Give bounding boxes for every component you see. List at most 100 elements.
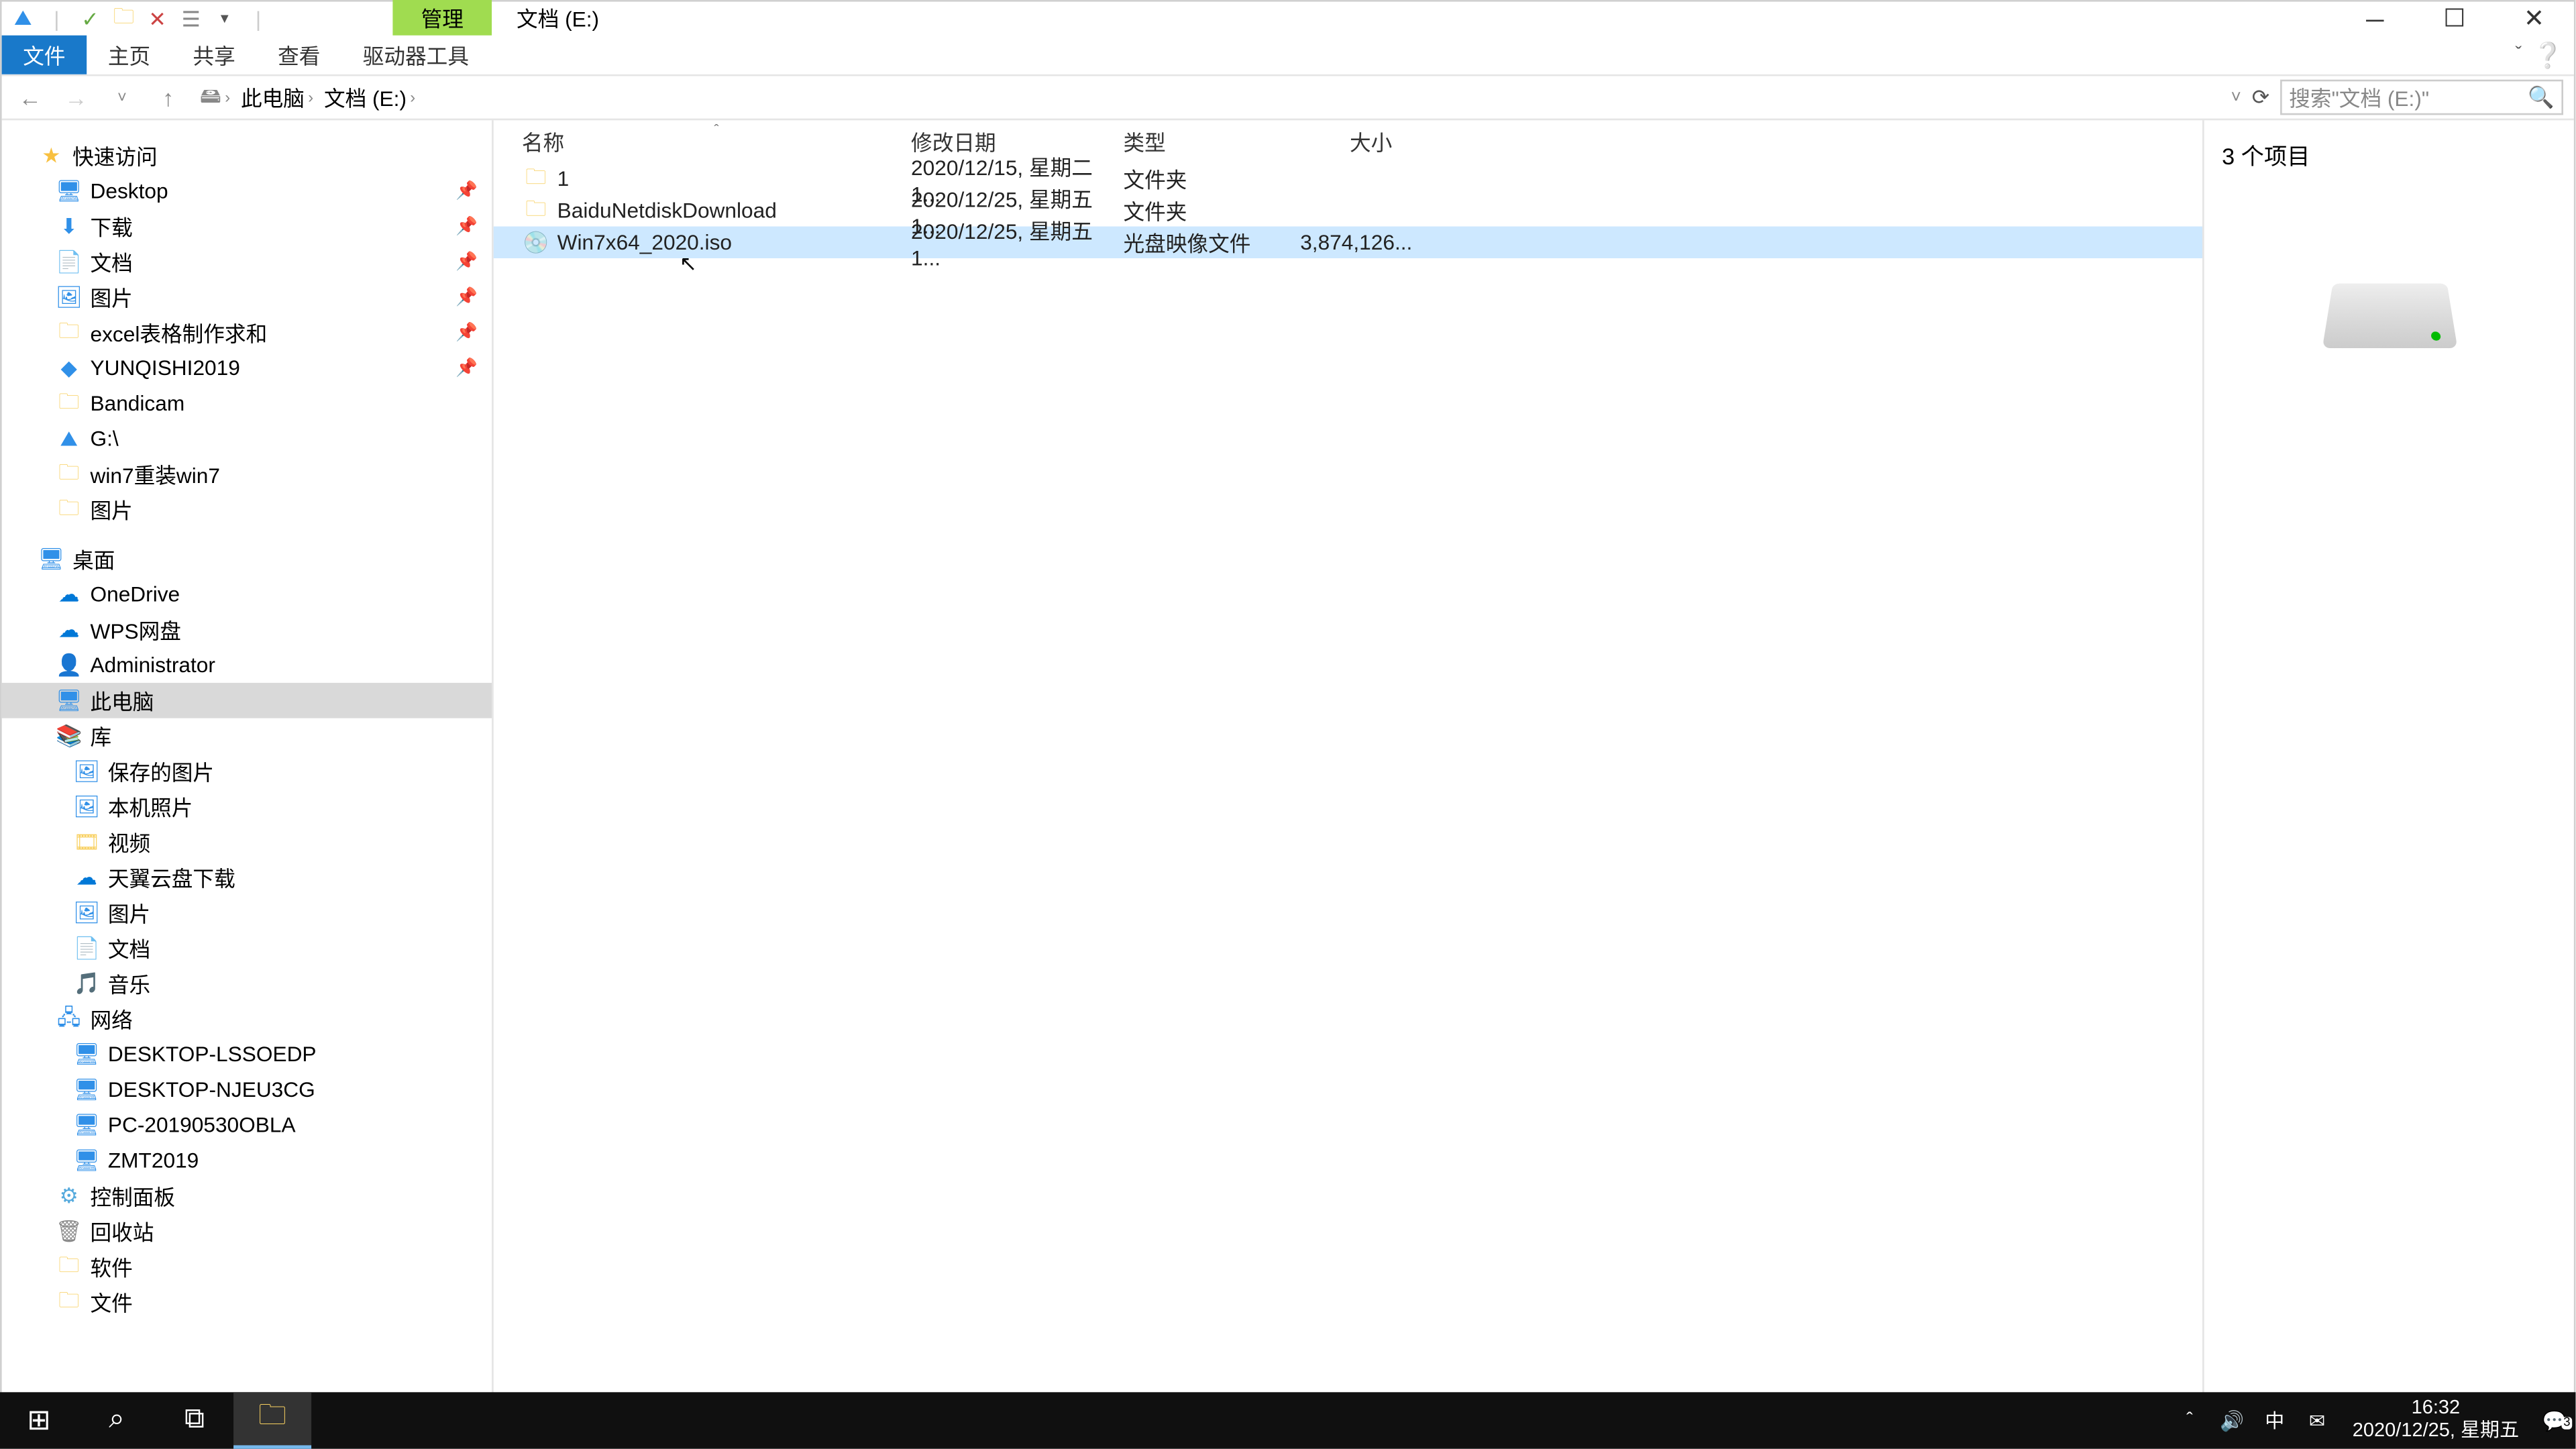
nav-control-panel[interactable]: ⚙控制面板 — [2, 1178, 492, 1214]
search-icon[interactable]: 🔍 — [2528, 85, 2554, 110]
nav-software[interactable]: 🗀软件 — [2, 1249, 492, 1285]
nav-pictures[interactable]: 🖼图片📌 — [2, 280, 492, 315]
picture-icon: 🖼 — [72, 899, 101, 927]
folder-icon: 🗀 — [55, 460, 83, 488]
nav-pictures-3[interactable]: 🖼图片 — [2, 895, 492, 930]
picture-icon: 🖼 — [72, 757, 101, 786]
control-panel-icon: ⚙ — [55, 1182, 83, 1210]
tray-mail-icon[interactable]: ✉ — [2296, 1409, 2338, 1432]
qat-properties-icon[interactable]: ✓ — [76, 5, 104, 33]
qat-dropdown-icon[interactable]: ▾ — [211, 5, 239, 33]
nav-pc1[interactable]: 🖥DESKTOP-LSSOEDP — [2, 1036, 492, 1072]
nav-label: YUNQISHI2019 — [90, 356, 239, 380]
file-list[interactable]: ˆ名称 修改日期 类型 大小 🗀12020/12/15, 星期二 1...文件夹… — [494, 120, 2202, 1411]
nav-pc4[interactable]: 🖥ZMT2019 — [2, 1143, 492, 1179]
minimize-button[interactable]: ─ — [2335, 2, 2415, 36]
col-name[interactable]: ˆ名称 — [522, 127, 911, 157]
tray-ime-icon[interactable]: 中 — [2253, 1406, 2296, 1434]
recent-dropdown[interactable]: ˅ — [105, 80, 140, 115]
nav-documents-2[interactable]: 📄文档 — [2, 930, 492, 966]
nav-pictures-2[interactable]: 🗀图片 — [2, 492, 492, 527]
qat-newfolder-icon[interactable]: 🗀 — [109, 5, 138, 33]
app-icon: ⛰ — [9, 5, 37, 33]
nav-label: 库 — [90, 721, 111, 751]
taskbar-clock[interactable]: 16:32 2020/12/25, 星期五 — [2339, 1397, 2534, 1444]
breadcrumb-current[interactable]: 文档 (E:) › — [321, 80, 419, 114]
pin-icon: 📌 — [455, 252, 478, 272]
tab-view[interactable]: 查看 — [256, 36, 341, 74]
folder-icon: 🗀 — [55, 495, 83, 523]
breadcrumb-thispc[interactable]: 此电脑 › — [237, 80, 317, 114]
search-input[interactable]: 搜索"文档 (E:)" 🔍 — [2280, 80, 2563, 115]
forward-button[interactable]: → — [58, 80, 94, 115]
address-bar: ← → ˅ ↑ 🖴 › 此电脑 › 文档 (E:) › ˅ ⟳ 搜索"文档 (E… — [2, 74, 2574, 121]
file-row[interactable]: 🗀12020/12/15, 星期二 1...文件夹 — [494, 163, 2202, 195]
nav-documents[interactable]: 📄文档📌 — [2, 244, 492, 280]
nav-label: Desktop — [90, 178, 168, 203]
nav-pc2[interactable]: 🖥DESKTOP-NJEU3CG — [2, 1072, 492, 1108]
nav-label: 天翼云盘下载 — [108, 863, 235, 893]
nav-downloads[interactable]: ⬇下载📌 — [2, 209, 492, 244]
task-view-button[interactable]: ⧉ — [156, 1392, 233, 1448]
file-type: 文件夹 — [1123, 164, 1300, 194]
col-type[interactable]: 类型 — [1123, 127, 1300, 157]
nav-music[interactable]: 🎵音乐 — [2, 966, 492, 1002]
nav-administrator[interactable]: 👤Administrator — [2, 647, 492, 683]
qat-undo-icon[interactable]: ☰ — [177, 5, 205, 33]
nav-wps[interactable]: ☁WPS网盘 — [2, 612, 492, 647]
column-headers: ˆ名称 修改日期 类型 大小 — [494, 120, 2202, 162]
address-dropdown-icon[interactable]: ˅ — [2231, 88, 2241, 107]
nav-network[interactable]: 🖧网络 — [2, 1002, 492, 1037]
nav-tianyi[interactable]: ☁天翼云盘下载 — [2, 860, 492, 896]
breadcrumb-drive-icon[interactable]: 🖴 › — [197, 77, 234, 118]
nav-local-photos[interactable]: 🖼本机照片 — [2, 789, 492, 824]
nav-videos[interactable]: 🎞视频 — [2, 824, 492, 860]
nav-yunqishi[interactable]: ◆YUNQISHI2019📌 — [2, 350, 492, 386]
nav-saved-pics[interactable]: 🖼保存的图片 — [2, 753, 492, 789]
onedrive-icon: ☁ — [55, 580, 83, 608]
tab-home[interactable]: 主页 — [87, 36, 172, 74]
tray-volume-icon[interactable]: 🔊 — [2211, 1409, 2253, 1432]
nav-label: 图片 — [90, 282, 132, 313]
nav-onedrive[interactable]: ☁OneDrive — [2, 577, 492, 612]
file-row[interactable]: 💿Win7x64_2020.iso2020/12/25, 星期五 1...光盘映… — [494, 227, 2202, 258]
nav-desktop-root[interactable]: 🖥桌面 — [2, 541, 492, 577]
nav-label: 图片 — [108, 898, 150, 928]
refresh-icon[interactable]: ⟳ — [2252, 85, 2270, 110]
qat-delete-icon[interactable]: ✕ — [144, 5, 172, 33]
file-row[interactable]: 🗀BaiduNetdiskDownload2020/12/25, 星期五 1..… — [494, 195, 2202, 226]
nav-pc3[interactable]: 🖥PC-20190530OBLA — [2, 1108, 492, 1143]
nav-library[interactable]: 📚库 — [2, 718, 492, 754]
nav-files[interactable]: 🗀文件 — [2, 1284, 492, 1320]
tab-share[interactable]: 共享 — [172, 36, 257, 74]
nav-bandicam[interactable]: 🗀Bandicam — [2, 386, 492, 421]
tray-overflow-icon[interactable]: ˆ — [2169, 1410, 2211, 1432]
back-button[interactable]: ← — [12, 80, 48, 115]
help-icon[interactable]: ❔ — [2532, 40, 2563, 70]
maximize-button[interactable]: ☐ — [2415, 2, 2495, 36]
nav-gdrive[interactable]: ⛰G:\ — [2, 421, 492, 457]
tab-file[interactable]: 文件 — [2, 36, 87, 74]
taskbar-explorer[interactable]: 🗀 — [233, 1392, 311, 1448]
nav-win7[interactable]: 🗀win7重装win7 — [2, 456, 492, 492]
start-button[interactable]: ⊞ — [0, 1392, 78, 1448]
tab-drive-tools[interactable]: 驱动器工具 — [341, 36, 490, 74]
nav-label: DESKTOP-LSSOEDP — [108, 1042, 317, 1067]
search-button[interactable]: ⌕ — [78, 1392, 156, 1448]
nav-thispc[interactable]: 🖥此电脑 — [2, 683, 492, 718]
download-icon: ⬇ — [55, 212, 83, 240]
nav-excel-folder[interactable]: 🗀excel表格制作求和📌 — [2, 315, 492, 350]
col-size[interactable]: 大小 — [1300, 127, 1406, 157]
ribbon-expand-icon[interactable]: ˇ — [2516, 44, 2522, 66]
nav-desktop[interactable]: 🖥Desktop📌 — [2, 173, 492, 209]
nav-label: excel表格制作求和 — [90, 317, 267, 347]
context-tab-label: 管理 — [392, 0, 492, 37]
action-center-icon[interactable]: 💬3 — [2533, 1409, 2575, 1432]
preview-item-count: 3 个项目 — [2222, 138, 2556, 172]
cloud-icon: ☁ — [72, 863, 101, 892]
nav-quick-access[interactable]: ★快速访问 — [2, 138, 492, 174]
close-button[interactable]: ✕ — [2494, 2, 2574, 36]
breadcrumb[interactable]: 🖴 › 此电脑 › 文档 (E:) › — [197, 77, 419, 118]
up-button[interactable]: ↑ — [150, 80, 186, 115]
nav-recycle[interactable]: 🗑回收站 — [2, 1214, 492, 1249]
